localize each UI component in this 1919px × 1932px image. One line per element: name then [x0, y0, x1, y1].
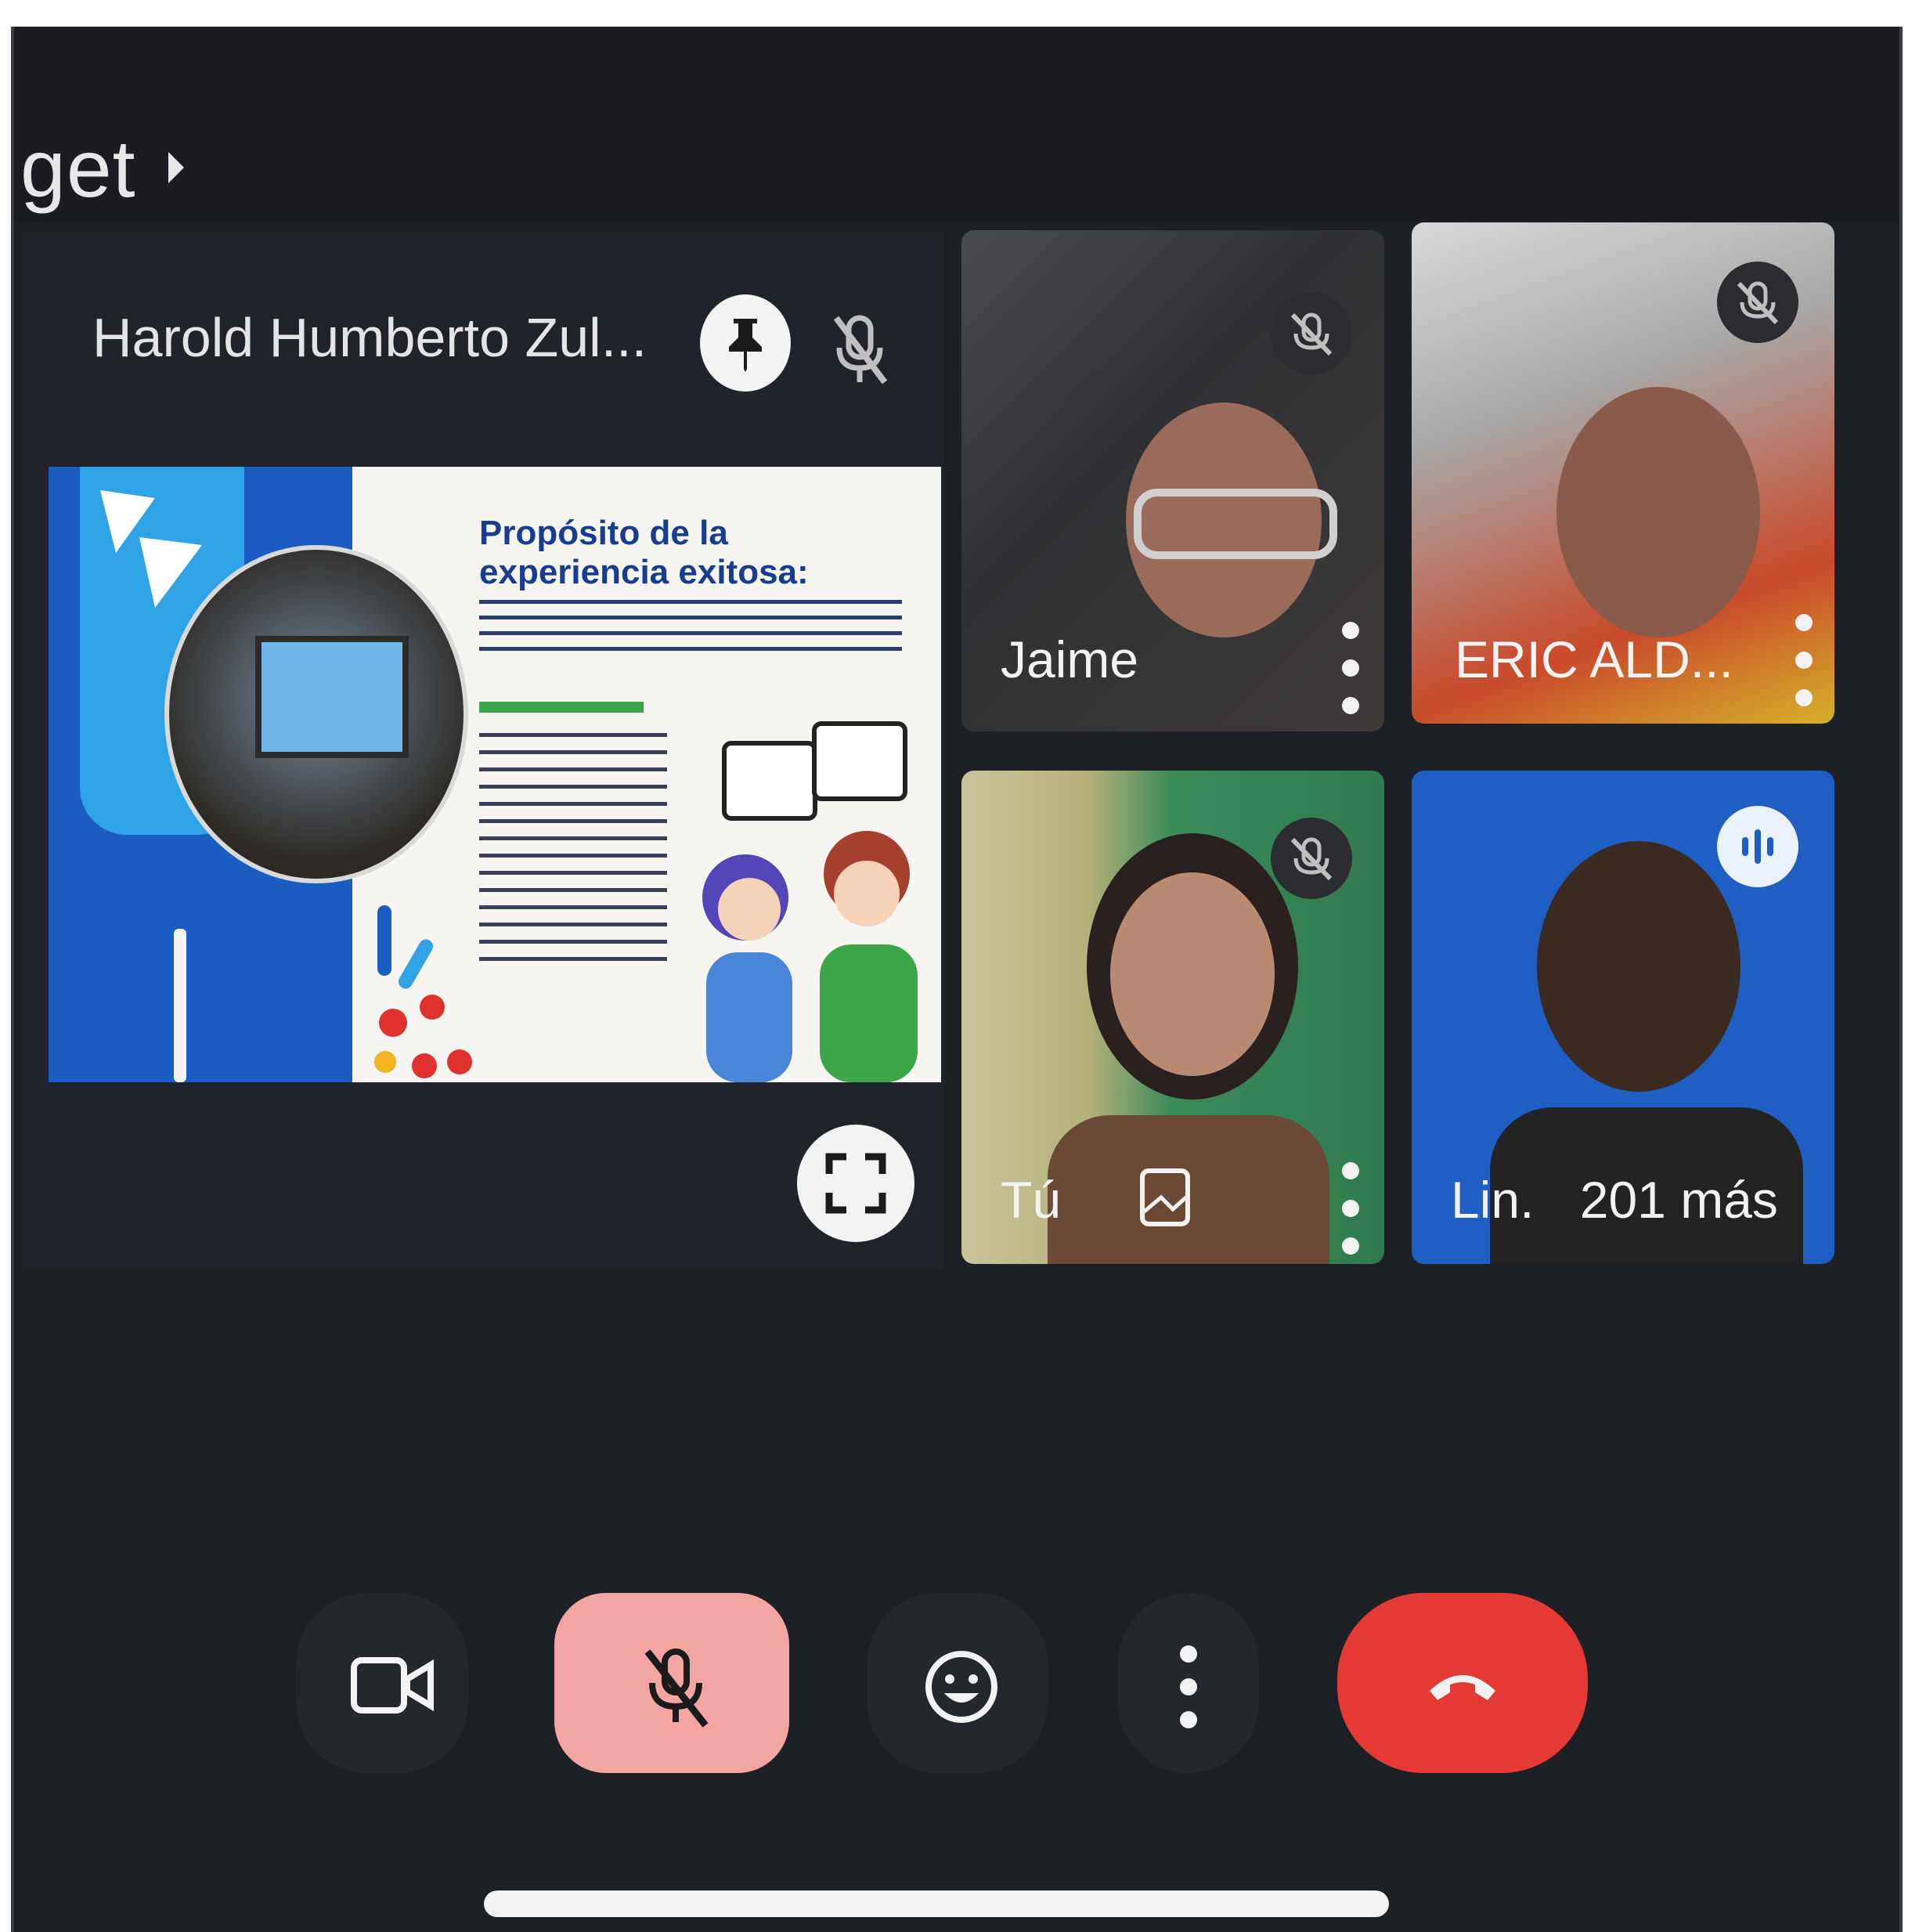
end-call-button[interactable]	[1337, 1593, 1588, 1773]
video-camera-icon	[351, 1657, 434, 1714]
mic-off-icon	[1290, 312, 1333, 356]
more-vert-icon[interactable]	[1334, 622, 1365, 716]
mic-off-icon	[1737, 281, 1779, 325]
microphone-off-icon	[644, 1649, 709, 1728]
home-indicator[interactable]	[484, 1890, 1389, 1917]
more-options-button[interactable]	[1118, 1593, 1259, 1773]
reactions-button[interactable]	[868, 1593, 1048, 1773]
shared-slide: Propósito de la experiencia exitosa:	[49, 467, 941, 1082]
mic-off-icon	[1290, 837, 1333, 881]
participant-name-others: Lin. 201 más	[1451, 1170, 1778, 1230]
participant-video	[1537, 841, 1740, 1092]
slide-list	[479, 733, 667, 968]
presenter-name: Harold Humberto Zul...	[92, 307, 647, 368]
fullscreen-icon	[825, 1153, 886, 1214]
participant-video	[1110, 872, 1275, 1076]
app-title[interactable]: get	[20, 128, 136, 210]
more-vert-icon[interactable]	[1334, 1162, 1365, 1256]
background-effects-icon[interactable]	[1138, 1166, 1192, 1229]
slide-photo	[164, 545, 468, 883]
participant-name: Jaime	[1001, 630, 1139, 688]
fullscreen-button[interactable]	[797, 1125, 914, 1242]
audio-wave-icon	[1742, 829, 1773, 864]
participant-name: ERIC ALD...	[1455, 630, 1733, 688]
mic-off-button[interactable]	[1271, 818, 1352, 899]
more-vert-icon	[1180, 1645, 1197, 1728]
participant-name: Lin.	[1451, 1171, 1535, 1229]
participant-tile-self[interactable]: Tú	[961, 771, 1384, 1264]
participant-tile-jaime[interactable]: Jaime	[961, 230, 1384, 731]
more-vert-icon[interactable]	[1787, 614, 1819, 708]
slide-logo-icon	[100, 490, 202, 608]
boy-illustration-icon	[820, 831, 918, 1082]
chevron-right-icon[interactable]	[168, 152, 184, 183]
call-controls	[14, 1562, 1899, 1797]
mic-off-button[interactable]	[1271, 293, 1352, 374]
meet-screen: get Harold Humberto Zul... Propósito de …	[11, 27, 1903, 1932]
mic-off-button[interactable]	[1717, 262, 1798, 343]
presenter-tile[interactable]: Harold Humberto Zul... Propósito de la e…	[22, 232, 944, 1269]
slide-decoration-icon	[374, 905, 472, 1078]
camera-button[interactable]	[296, 1593, 468, 1773]
participant-tile-others[interactable]: Lin. 201 más	[1412, 771, 1834, 1264]
pin-icon	[729, 319, 762, 372]
slide-photo-monitor	[255, 636, 409, 758]
pin-button[interactable]	[700, 294, 791, 392]
girl-illustration-icon	[702, 854, 792, 1082]
more-participants-count: 201 más	[1579, 1171, 1778, 1229]
microphone-button[interactable]	[554, 1593, 789, 1773]
emoji-icon	[925, 1651, 997, 1723]
slide-divider	[174, 929, 186, 1082]
speech-bubble-icon	[722, 741, 817, 821]
speaking-indicator	[1717, 806, 1798, 887]
speech-bubble-icon	[812, 721, 907, 801]
glasses	[1134, 489, 1337, 559]
mic-off-icon	[833, 315, 888, 385]
slide-paragraph	[479, 600, 902, 655]
top-bar: get	[14, 27, 1899, 222]
slide-title: Propósito de la experiencia exitosa:	[479, 514, 809, 591]
participant-name: Tú	[1001, 1171, 1062, 1229]
slide-subheading	[479, 702, 644, 713]
participant-video	[1556, 387, 1760, 637]
participant-tile-eric[interactable]: ERIC ALD...	[1412, 222, 1834, 724]
end-call-icon	[1430, 1675, 1495, 1700]
